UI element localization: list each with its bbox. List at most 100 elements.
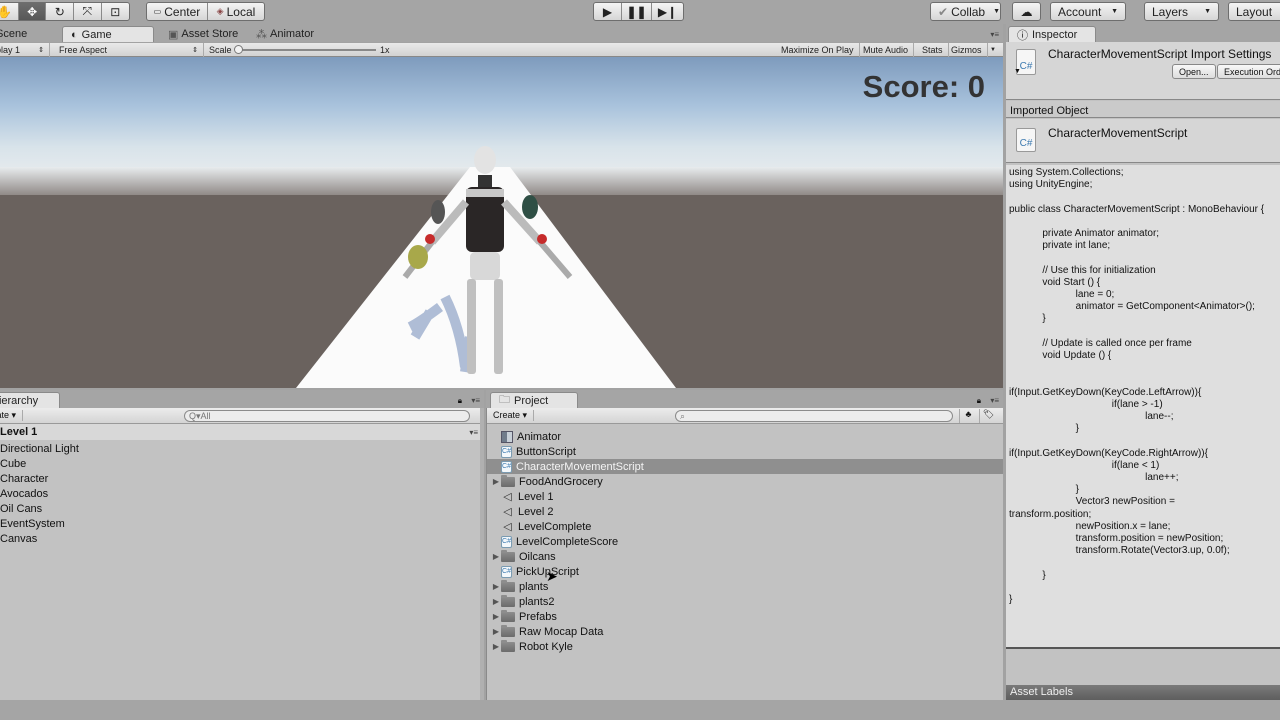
robot-right-elbow bbox=[537, 234, 547, 244]
project-item-label: Robot Kyle bbox=[519, 640, 573, 653]
tab-inspector[interactable]: ⓘ Inspector bbox=[1008, 26, 1096, 42]
tab-asset-store[interactable]: ▣ Asset Store bbox=[160, 26, 246, 42]
expand-arrow-icon[interactable]: ▶ bbox=[491, 597, 501, 606]
project-item[interactable]: C# LevelCompleteScore bbox=[487, 534, 1003, 549]
panel-menu-icon[interactable]: ▾≡ bbox=[471, 396, 480, 405]
chevron-down-icon: ▼ bbox=[990, 47, 996, 53]
scale-tool-button[interactable]: ⤧ bbox=[74, 3, 102, 20]
project-item[interactable]: Animator bbox=[487, 429, 1003, 444]
project-item[interactable]: ◁ Level 1 bbox=[487, 489, 1003, 504]
scale-slider[interactable]: Scale 1x bbox=[204, 43, 404, 57]
project-item[interactable]: ◁ LevelComplete bbox=[487, 519, 1003, 534]
script-preview: using System.Collections; using UnityEng… bbox=[1006, 165, 1280, 649]
move-tool-button[interactable]: ✥ bbox=[18, 3, 47, 20]
layers-dropdown[interactable]: Layers ▼ bbox=[1144, 2, 1219, 21]
chevron-down-icon[interactable]: ▼ bbox=[1014, 68, 1021, 75]
scene-menu-icon[interactable]: ▾≡ bbox=[469, 428, 478, 437]
pivot-local-button[interactable]: ◈ Local bbox=[208, 3, 264, 20]
tab-animator[interactable]: ⁂ Animator bbox=[248, 26, 322, 42]
info-icon: ⓘ bbox=[1017, 29, 1028, 42]
project-item[interactable]: C# PickUpScript bbox=[487, 564, 1003, 579]
hierarchy-item[interactable]: Canvas bbox=[0, 531, 484, 546]
pause-button[interactable]: ❚❚ bbox=[622, 3, 652, 20]
folder-icon bbox=[501, 624, 515, 637]
expand-arrow-icon[interactable]: ▶ bbox=[491, 477, 501, 486]
layout-dropdown[interactable]: Layout bbox=[1228, 2, 1280, 21]
robot-neck bbox=[478, 175, 492, 189]
gizmos-dropdown[interactable]: ▼ bbox=[985, 43, 1001, 57]
project-item[interactable]: ▶ Robot Kyle bbox=[487, 639, 1003, 654]
project-create-dropdown[interactable]: Create ▾ bbox=[493, 410, 535, 421]
project-item-label: ButtonScript bbox=[516, 445, 576, 458]
project-item[interactable]: ▶ plants2 bbox=[487, 594, 1003, 609]
hierarchy-item[interactable]: EventSystem bbox=[0, 516, 484, 531]
maximize-on-play-toggle[interactable]: Maximize On Play bbox=[776, 43, 860, 57]
expand-arrow-icon[interactable]: ▶ bbox=[491, 552, 501, 561]
project-item-label: FoodAndGrocery bbox=[519, 475, 603, 488]
execution-order-button[interactable]: Execution Order... bbox=[1217, 64, 1280, 79]
hand-icon: ✋ bbox=[0, 5, 12, 19]
tab-hierarchy[interactable]: Hierarchy bbox=[0, 392, 60, 408]
rotate-tool-button[interactable]: ↻ bbox=[46, 3, 74, 20]
expand-arrow-icon[interactable]: ▶ bbox=[491, 642, 501, 651]
pivot-center-button[interactable]: ▭ Center bbox=[147, 3, 208, 20]
scene-header[interactable]: Level 1 ▾≡ bbox=[0, 424, 484, 440]
hand-tool-button[interactable]: ✋ bbox=[0, 3, 19, 20]
game-icon: ◐ bbox=[71, 28, 78, 41]
imported-object-header: Imported Object bbox=[1006, 101, 1280, 118]
lock-icon[interactable]: 🔒︎ bbox=[458, 396, 462, 406]
project-search-input[interactable]: ⌕ bbox=[675, 410, 953, 422]
inspector-panel: C# ▼ CharacterMovementScript Import Sett… bbox=[1006, 42, 1280, 700]
expand-arrow-icon[interactable]: ▶ bbox=[491, 612, 501, 621]
csharp-script-icon: C# bbox=[501, 535, 512, 548]
folder-icon bbox=[501, 474, 515, 487]
local-cube-icon: ◈ bbox=[216, 6, 224, 16]
project-item[interactable]: C# ButtonScript bbox=[487, 444, 1003, 459]
expand-arrow-icon[interactable]: ▶ bbox=[491, 582, 501, 591]
hierarchy-item[interactable]: Avocados bbox=[0, 486, 484, 501]
project-item[interactable]: ▶ Oilcans bbox=[487, 549, 1003, 564]
panel-menu-icon[interactable]: ▾≡ bbox=[990, 30, 999, 39]
open-button[interactable]: Open... bbox=[1172, 64, 1216, 79]
aspect-dropdown[interactable]: Free Aspect ⇕ bbox=[54, 43, 204, 57]
search-by-label-icon[interactable]: 🏷︎ bbox=[979, 409, 997, 423]
play-button[interactable]: ▶ bbox=[594, 3, 622, 20]
step-button[interactable]: ▶❙ bbox=[652, 3, 683, 20]
hierarchy-item[interactable]: Oil Cans bbox=[0, 501, 484, 516]
cloud-button[interactable]: ☁ bbox=[1012, 2, 1041, 21]
gizmos-toggle[interactable]: Gizmos bbox=[946, 43, 988, 57]
mute-audio-toggle[interactable]: Mute Audio bbox=[858, 43, 915, 57]
hierarchy-item[interactable]: Cube bbox=[0, 456, 484, 471]
hierarchy-search-input[interactable]: Q▾All bbox=[184, 410, 470, 422]
lock-icon[interactable]: 🔒︎ bbox=[977, 396, 981, 406]
project-item[interactable]: ▶ Raw Mocap Data bbox=[487, 624, 1003, 639]
rect-tool-button[interactable]: ⊡ bbox=[102, 3, 129, 20]
display-dropdown[interactable]: Display 1⇕ bbox=[0, 43, 50, 57]
slider-track[interactable] bbox=[236, 49, 376, 51]
hierarchy-item[interactable]: Directional Light bbox=[0, 441, 484, 456]
expand-arrow-icon[interactable]: ▶ bbox=[491, 627, 501, 636]
hierarchy-scrollbar[interactable] bbox=[480, 408, 484, 700]
project-item[interactable]: ▶ Prefabs bbox=[487, 609, 1003, 624]
project-item[interactable]: ◁ Level 2 bbox=[487, 504, 1003, 519]
project-item[interactable]: ▶ plants bbox=[487, 579, 1003, 594]
tab-project[interactable]: 🗀 Project bbox=[490, 392, 578, 408]
collab-dropdown[interactable]: ✔ Collab ▼ bbox=[930, 2, 1001, 21]
account-dropdown[interactable]: Account ▼ bbox=[1050, 2, 1126, 21]
panel-menu-icon[interactable]: ▾≡ bbox=[990, 396, 999, 405]
search-by-type-icon[interactable]: ♣ bbox=[959, 409, 977, 423]
avocado bbox=[408, 245, 428, 269]
stats-toggle[interactable]: Stats bbox=[917, 43, 949, 57]
project-item[interactable]: C# CharacterMovementScript bbox=[487, 459, 1003, 474]
tab-scene[interactable]: Scene bbox=[0, 26, 35, 42]
asset-labels-bar[interactable]: Asset Labels bbox=[1006, 685, 1280, 700]
project-item[interactable]: ▶ FoodAndGrocery bbox=[487, 474, 1003, 489]
tab-game[interactable]: ◐ Game bbox=[62, 26, 154, 42]
hierarchy-create-dropdown[interactable]: Create ▾ bbox=[0, 410, 24, 421]
slider-thumb[interactable] bbox=[234, 45, 243, 54]
oil-can bbox=[431, 200, 445, 224]
inspector-header: C# ▼ CharacterMovementScript Import Sett… bbox=[1006, 42, 1280, 100]
hierarchy-item[interactable]: Character bbox=[0, 471, 484, 486]
game-view[interactable]: Score: 0 bbox=[0, 57, 1003, 388]
project-panel: Create ▾ ⌕ ♣ 🏷︎ Animator C# ButtonScript C#… bbox=[486, 408, 1003, 700]
